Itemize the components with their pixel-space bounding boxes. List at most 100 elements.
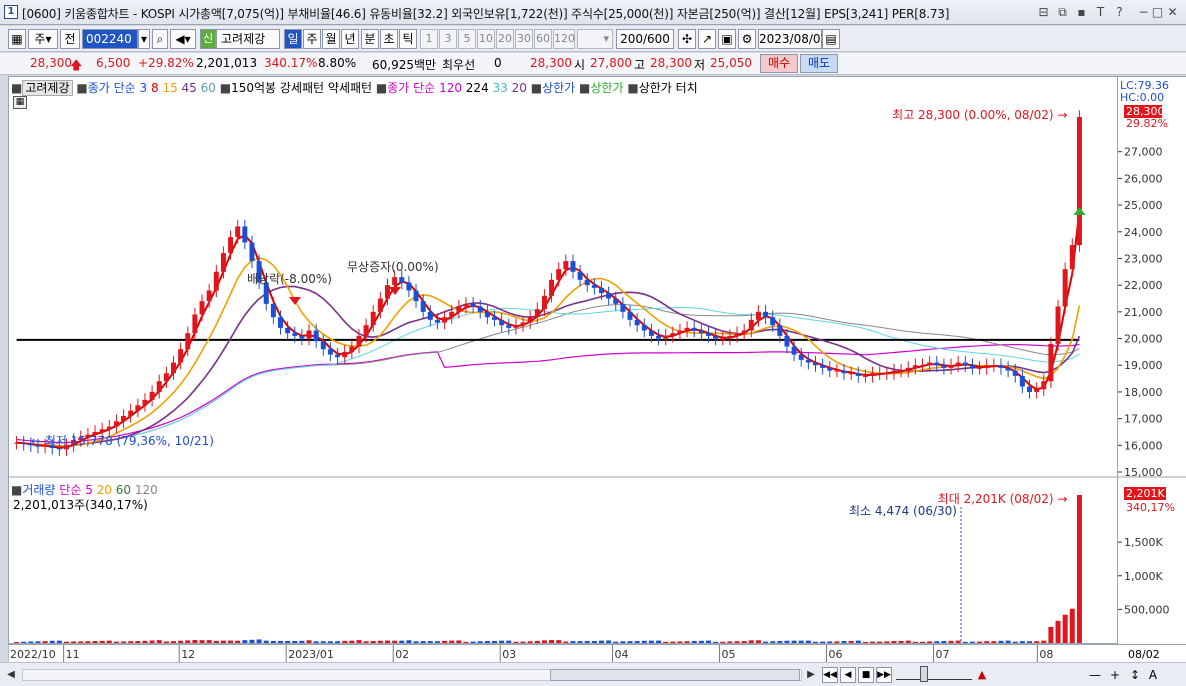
chart-scrollbar[interactable]: ◀ ▶ ◀◀ ◀ ■ ▶▶ ▲ — + ↕ A: [0, 662, 1186, 686]
pin-icon[interactable]: ▪: [1074, 5, 1089, 20]
volume-bar: [463, 641, 469, 643]
legend-ma2-title[interactable]: 종가 단순: [387, 81, 435, 95]
settings-icon[interactable]: ⚙: [738, 29, 756, 49]
stop-icon[interactable]: ■: [858, 667, 874, 683]
volume-bar: [1062, 614, 1068, 643]
volume-legend-ma-title[interactable]: 단순: [59, 483, 81, 497]
interval-120[interactable]: 120: [553, 29, 575, 49]
fit-icon[interactable]: ↕: [1128, 667, 1142, 683]
low-annotation: ← 최저 15,778 (79,36%, 10/21): [31, 434, 214, 448]
interval-dropdown[interactable]: ▾: [577, 29, 613, 49]
sound-icon[interactable]: ◀▾: [170, 29, 196, 49]
market-type-select[interactable]: 주▾: [28, 29, 58, 49]
volume-bar: [941, 641, 947, 643]
zoom-in-icon[interactable]: +: [1108, 667, 1122, 683]
table-icon[interactable]: ▦: [13, 96, 27, 109]
zoom-slider[interactable]: [896, 670, 972, 680]
interval-3[interactable]: 3: [439, 29, 457, 49]
period-day-button[interactable]: 일: [284, 29, 302, 49]
prev-button[interactable]: 전: [60, 29, 80, 49]
minimize-all-icon[interactable]: ⊟: [1036, 5, 1051, 20]
interval-60[interactable]: 60: [534, 29, 552, 49]
first-page-icon[interactable]: ◀◀: [822, 667, 838, 683]
app-icon[interactable]: 1: [4, 5, 18, 19]
text-mode-icon[interactable]: A: [1146, 667, 1160, 683]
chart-canvas[interactable]: 최고 28,300 (0.00%, 08/02) → ← 최저 15,778 (7…: [9, 77, 1119, 645]
help-icon[interactable]: ?: [1112, 5, 1127, 20]
legend-pattern-weak[interactable]: 약세패턴: [328, 81, 372, 95]
volume-bar: [278, 640, 283, 643]
period-tick-button[interactable]: 틱: [399, 29, 417, 49]
scroll-thumb[interactable]: [550, 669, 800, 681]
search-icon[interactable]: ⌕: [152, 29, 168, 49]
legend-stock-name[interactable]: 고려제강: [22, 80, 73, 96]
interval-30[interactable]: 30: [515, 29, 533, 49]
candle-body: [21, 442, 27, 444]
tools-icon[interactable]: ↗: [698, 29, 716, 49]
date-field[interactable]: 2023/08/02: [758, 29, 828, 49]
volume-bar: [470, 641, 476, 643]
candle-body: [698, 330, 704, 334]
calendar-icon[interactable]: ▤: [822, 29, 840, 49]
zoom-max-icon[interactable]: ▲: [974, 667, 990, 683]
period-week-button[interactable]: 주: [303, 29, 321, 49]
legend-limit3[interactable]: 상한가 터치: [639, 81, 698, 95]
legend-limit2[interactable]: 상한가: [590, 81, 623, 95]
volume-bar: [92, 641, 98, 643]
volume-bar: [734, 641, 740, 643]
interval-5[interactable]: 5: [458, 29, 476, 49]
layout-icon[interactable]: ▦: [8, 29, 26, 49]
legend-pattern-strong[interactable]: 150억봉 강세패턴: [231, 81, 324, 95]
volume-bar: [270, 640, 276, 643]
code-dropdown-icon[interactable]: ▾: [138, 29, 150, 49]
maximize-icon[interactable]: □: [1150, 5, 1165, 20]
minimize-icon[interactable]: −: [1136, 5, 1151, 20]
candle-body: [171, 362, 176, 374]
date-label: 06: [829, 648, 843, 661]
candle-body: [955, 362, 961, 366]
save-icon[interactable]: ▣: [718, 29, 736, 49]
crosshair-icon[interactable]: ✣: [678, 29, 696, 49]
candle-body: [142, 399, 148, 406]
close-icon[interactable]: ✕: [1165, 5, 1180, 20]
volume-legend-name[interactable]: 거래량: [22, 483, 55, 497]
legend-limit1[interactable]: 상한가: [542, 81, 575, 95]
font-icon[interactable]: T: [1093, 5, 1108, 20]
period-year-button[interactable]: 년: [341, 29, 359, 49]
candle-body: [199, 301, 205, 315]
period-month-button[interactable]: 월: [322, 29, 340, 49]
interval-20[interactable]: 20: [496, 29, 514, 49]
price-axis[interactable]: LC:79.36 HC:0.00 28,300 29.82% 27,000 26,000 2…: [1118, 76, 1186, 644]
legend-ma-title[interactable]: 종가 단순: [88, 81, 136, 95]
period-second-button[interactable]: 초: [380, 29, 398, 49]
vol-pct: 340,17%: [1126, 501, 1175, 514]
zoom-slider-thumb[interactable]: [920, 666, 928, 682]
date-axis[interactable]: 2022/10 11 12 2023/01 02 03 04 05 06 07 08 08/02: [7, 644, 1186, 663]
candle-body: [905, 367, 911, 371]
scroll-right-icon[interactable]: ▶: [804, 668, 818, 682]
count-field[interactable]: 200/600: [616, 29, 674, 49]
scroll-left-icon[interactable]: ◀: [4, 668, 18, 682]
candle-body: [534, 309, 540, 318]
candle-body: [299, 335, 305, 339]
sell-button[interactable]: 매도: [800, 54, 838, 73]
stock-code-input[interactable]: 002240: [82, 29, 138, 49]
volume-bar: [35, 641, 41, 643]
next-page-icon[interactable]: ▶▶: [876, 667, 892, 683]
restore-icon[interactable]: ⧉: [1055, 5, 1070, 20]
volume-bar: [220, 640, 226, 643]
period-minute-button[interactable]: 분: [361, 29, 379, 49]
candle-body: [434, 319, 440, 323]
prev-page-icon[interactable]: ◀: [840, 667, 856, 683]
interval-10[interactable]: 10: [477, 29, 495, 49]
volume-bar: [335, 641, 341, 643]
candle-body: [912, 365, 918, 368]
zoom-out-icon[interactable]: —: [1088, 667, 1102, 683]
stock-name-field[interactable]: 고려제강: [216, 29, 280, 49]
indicator-tag[interactable]: 신: [200, 29, 216, 49]
axis-hc: HC:0.00: [1120, 91, 1164, 104]
chart-area[interactable]: 최고 28,300 (0.00%, 08/02) → ← 최저 15,778 (7…: [8, 76, 1119, 645]
volume-bar: [85, 641, 91, 643]
buy-button[interactable]: 매수: [760, 54, 798, 73]
interval-1[interactable]: 1: [420, 29, 438, 49]
